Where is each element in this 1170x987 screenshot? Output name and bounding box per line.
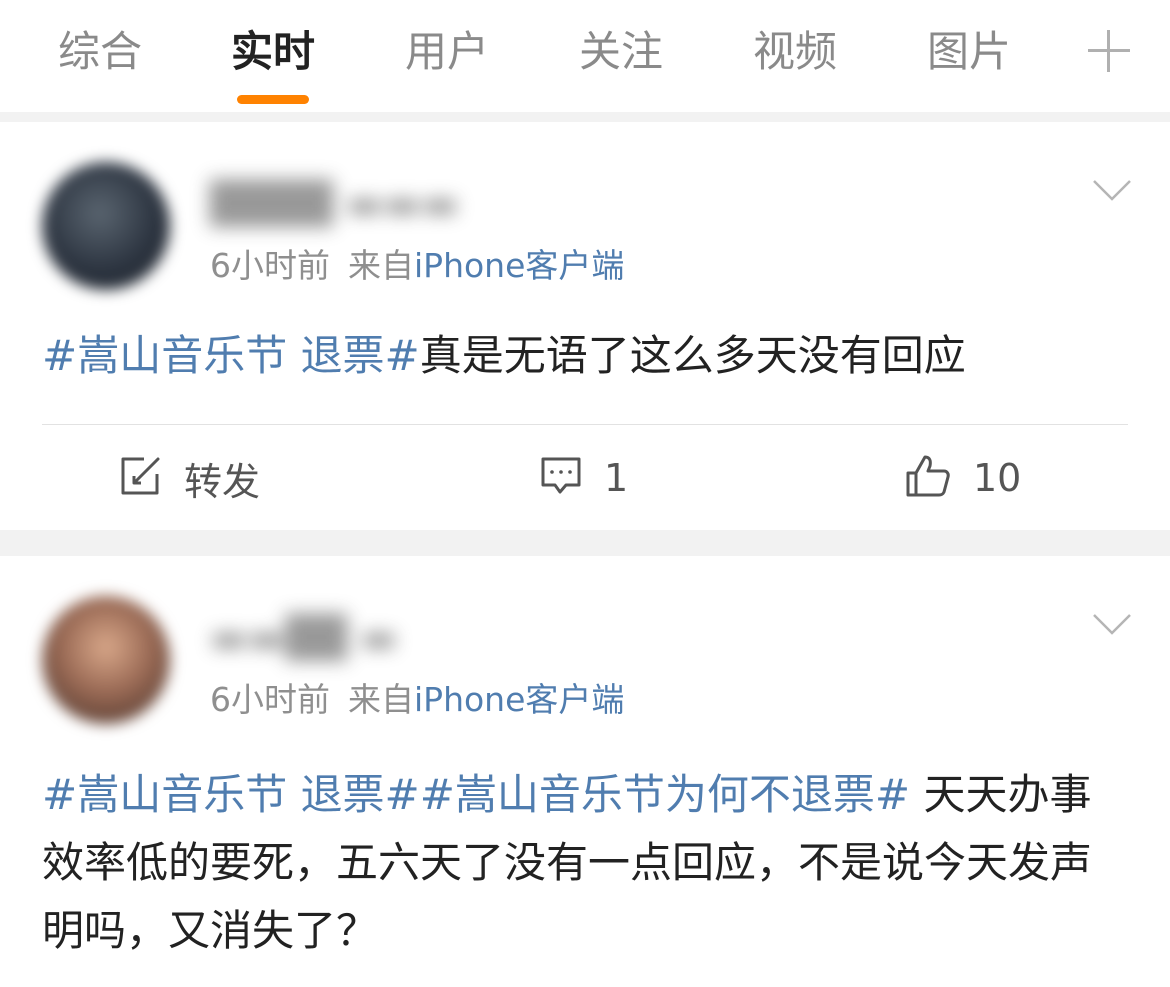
username-blurred[interactable]: ▬▬██ ▬ xyxy=(210,616,398,660)
post-source[interactable]: iPhone客户端 xyxy=(414,246,624,285)
chevron-down-icon[interactable] xyxy=(1092,612,1132,636)
tab-videos[interactable]: 视频 xyxy=(750,22,840,82)
tab-images[interactable]: 图片 xyxy=(924,22,1014,82)
like-button[interactable]: 10 xyxy=(905,453,1021,503)
username-blurred[interactable]: ████ ▬▬▬ xyxy=(210,182,459,226)
post-text: #嵩山音乐节 退票##嵩山音乐节为何不退票# 天天办事效率低的要死，五六天了没有… xyxy=(42,761,1132,965)
avatar[interactable] xyxy=(42,596,170,724)
repost-label: 转发 xyxy=(184,459,261,504)
tab-users[interactable]: 用户 xyxy=(402,22,492,82)
from-label: 来自 xyxy=(348,680,414,719)
like-count: 10 xyxy=(973,456,1022,500)
comment-button[interactable]: 1 xyxy=(540,453,628,503)
tab-comprehensive[interactable]: 综合 xyxy=(55,22,145,82)
tab-realtime[interactable]: 实时 xyxy=(228,22,318,82)
post-time: 6小时前 xyxy=(210,680,330,719)
post-source[interactable]: iPhone客户端 xyxy=(414,680,624,719)
post-meta: 6小时前 来自iPhone客户端 xyxy=(210,680,624,720)
avatar[interactable] xyxy=(42,162,170,290)
post-card: ▬▬██ ▬ 6小时前 来自iPhone客户端 #嵩山音乐节 退票##嵩山音乐节为… xyxy=(0,556,1170,987)
chevron-down-icon[interactable] xyxy=(1092,178,1132,202)
repost-icon xyxy=(120,456,162,500)
add-tab-icon[interactable] xyxy=(1088,30,1130,72)
post-meta: 6小时前 来自iPhone客户端 xyxy=(210,246,624,286)
post-actions: 转发 1 10 xyxy=(0,425,1170,530)
post-body: 真是无语了这么多天没有回应 xyxy=(419,331,966,380)
from-label: 来自 xyxy=(348,246,414,285)
hashtag-link[interactable]: #嵩山音乐节为何不退票# xyxy=(420,770,910,819)
hashtag-link[interactable]: #嵩山音乐节 退票# xyxy=(42,331,420,380)
post-card: ████ ▬▬▬ 6小时前 来自iPhone客户端 #嵩山音乐节 退票#真是无语了… xyxy=(0,122,1170,530)
tab-following[interactable]: 关注 xyxy=(576,22,666,82)
post-text: #嵩山音乐节 退票#真是无语了这么多天没有回应 xyxy=(42,322,1132,390)
comment-icon xyxy=(540,456,582,500)
active-tab-indicator xyxy=(237,95,309,104)
repost-button[interactable]: 转发 xyxy=(120,453,261,504)
hashtag-link[interactable]: #嵩山音乐节 退票# xyxy=(42,770,420,819)
comment-count: 1 xyxy=(604,456,629,500)
search-tab-bar: 综合 实时 用户 关注 视频 图片 xyxy=(0,0,1170,112)
post-time: 6小时前 xyxy=(210,246,330,285)
thumbs-up-icon xyxy=(905,454,951,502)
